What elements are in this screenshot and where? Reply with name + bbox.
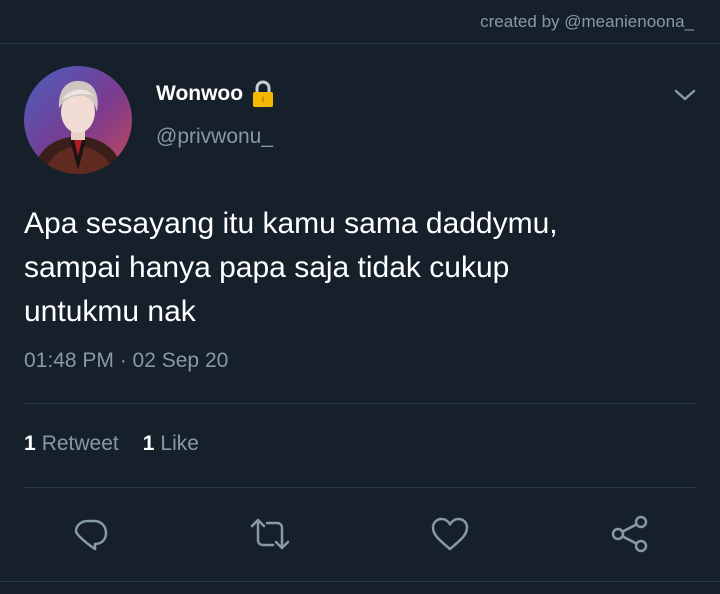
retweet-count: 1 [24, 432, 36, 455]
credit-text: created by @meanienoona_ [480, 12, 694, 31]
like-button[interactable] [428, 512, 472, 556]
like-stat[interactable]: 1 Like [143, 432, 199, 456]
retweet-label: Retweet [41, 432, 119, 455]
tweet-line: untukmu nak [24, 295, 196, 328]
chevron-down-icon[interactable] [672, 84, 698, 106]
retweet-stat[interactable]: 1 Retweet [24, 432, 119, 456]
tweet-stats: 1 Retweet 1 Like [24, 432, 223, 456]
bottom-divider [0, 581, 720, 582]
author-name-row[interactable]: Wonwoo [156, 80, 275, 108]
divider [24, 487, 696, 488]
lock-icon [251, 80, 275, 108]
like-count: 1 [142, 432, 155, 455]
divider [24, 403, 696, 404]
retweet-icon [250, 518, 290, 550]
display-name[interactable]: Wonwoo [156, 82, 243, 106]
share-button[interactable] [608, 512, 652, 556]
reply-icon [74, 519, 108, 551]
tweet-line: Apa sesayang itu kamu sama daddymu, [24, 207, 558, 240]
like-icon [431, 517, 469, 551]
share-icon [611, 515, 648, 553]
tweet-text: Apa sesayang itu kamu sama daddymu, sampa… [24, 202, 696, 334]
reply-button[interactable] [69, 512, 113, 556]
tweet-timestamp[interactable]: 01:48 PM · 02 Sep 20 [24, 349, 228, 373]
user-handle[interactable]: @privwonu_ [156, 125, 273, 149]
avatar[interactable] [24, 66, 132, 174]
like-label: Like [160, 432, 199, 455]
profile-photo [24, 66, 132, 174]
tweet-line: sampai hanya papa saja tidak cukup [24, 251, 510, 284]
retweet-button[interactable] [248, 512, 292, 556]
top-bar: created by @meanienoona_ [0, 0, 720, 44]
